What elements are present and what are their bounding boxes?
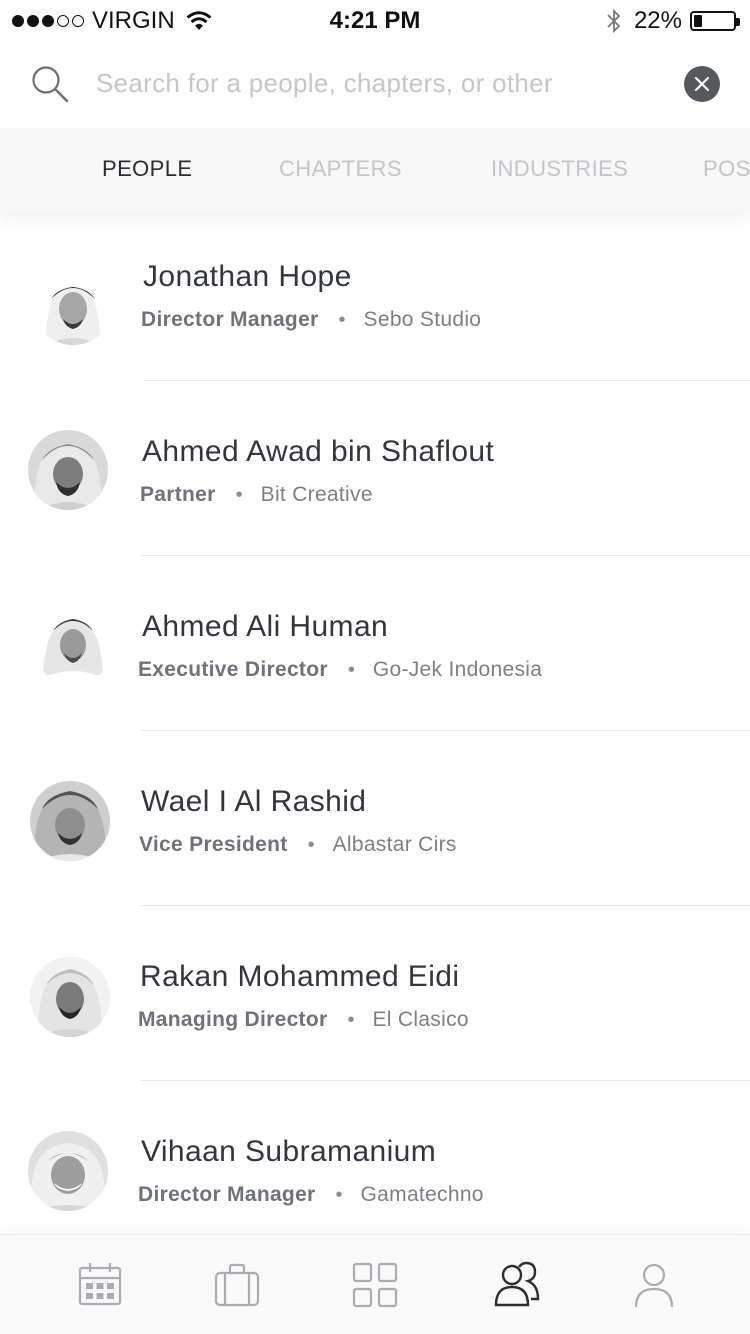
person-company: Sebo Studio xyxy=(363,308,482,331)
person-meta: Partner • Bit Creative xyxy=(140,483,373,507)
tab-people[interactable]: PEOPLE xyxy=(102,156,192,182)
person-role: Executive Director xyxy=(138,658,328,681)
person-meta: Executive Director • Go-Jek Indonesia xyxy=(138,658,542,682)
separator: • xyxy=(335,1183,343,1206)
nav-briefcase[interactable] xyxy=(213,1261,261,1309)
avatar xyxy=(30,957,110,1037)
tab-pos[interactable]: POS xyxy=(703,156,750,182)
person-name: Ahmed Awad bin Shaflout xyxy=(142,435,495,468)
search-bar xyxy=(0,40,750,128)
person-company: Bit Creative xyxy=(260,483,373,506)
tab-industries[interactable]: INDUSTRIES xyxy=(491,156,628,182)
person-role: Director Manager xyxy=(141,308,319,331)
close-icon xyxy=(694,76,710,92)
person-company: Albastar Cirs xyxy=(332,833,457,856)
person-role: Partner xyxy=(140,483,216,506)
divider xyxy=(141,555,750,556)
grid-icon xyxy=(352,1262,398,1308)
nav-people[interactable] xyxy=(492,1261,540,1309)
people-icon xyxy=(494,1261,540,1307)
separator: • xyxy=(347,1008,355,1031)
people-list: Jonathan Hope Director Manager • Sebo St… xyxy=(0,212,750,1234)
divider xyxy=(143,380,750,381)
calendar-icon xyxy=(78,1263,122,1306)
avatar xyxy=(28,430,108,510)
separator: • xyxy=(307,833,315,856)
category-tabs: PEOPLE CHAPTERS INDUSTRIES POS xyxy=(0,128,750,212)
list-item[interactable]: Vihaan Subramanium Director Manager • Ga… xyxy=(0,1087,750,1234)
nav-calendar[interactable] xyxy=(76,1261,124,1309)
battery-percent: 22% xyxy=(633,7,682,34)
divider xyxy=(141,1080,750,1081)
battery-icon xyxy=(690,11,740,31)
nav-grid[interactable] xyxy=(351,1261,399,1309)
search-input[interactable] xyxy=(96,60,666,106)
search-icon xyxy=(32,66,69,103)
person-name: Ahmed Ali Human xyxy=(142,610,389,643)
tab-chapters[interactable]: CHAPTERS xyxy=(279,156,402,182)
list-item[interactable]: Wael I Al Rashid Vice President • Albast… xyxy=(0,737,750,912)
separator: • xyxy=(347,658,355,681)
avatar xyxy=(30,781,110,861)
person-role: Vice President xyxy=(139,833,288,856)
profile-icon xyxy=(634,1263,674,1308)
bluetooth-icon xyxy=(607,8,621,34)
bottom-tab-bar xyxy=(0,1234,750,1334)
person-meta: Director Manager • Gamatechno xyxy=(138,1183,484,1207)
list-item[interactable]: Ahmed Ali Human Executive Director • Go-… xyxy=(0,562,750,737)
battery-status: 22% xyxy=(606,7,740,35)
person-company: Gamatechno xyxy=(360,1183,484,1206)
person-meta: Vice President • Albastar Cirs xyxy=(139,833,457,857)
list-item[interactable]: Rakan Mohammed Eidi Managing Director • … xyxy=(0,912,750,1087)
person-name: Vihaan Subramanium xyxy=(141,1135,437,1168)
person-meta: Director Manager • Sebo Studio xyxy=(141,308,481,332)
person-role: Director Manager xyxy=(138,1183,316,1206)
person-company: El Clasico xyxy=(372,1008,469,1031)
clear-search-button[interactable] xyxy=(684,66,720,102)
divider xyxy=(141,730,750,731)
person-company: Go-Jek Indonesia xyxy=(372,658,543,681)
separator: • xyxy=(235,483,243,506)
divider xyxy=(141,905,750,906)
list-item[interactable]: Ahmed Awad bin Shaflout Partner • Bit Cr… xyxy=(0,387,750,562)
person-name: Wael I Al Rashid xyxy=(141,785,367,818)
avatar xyxy=(33,605,113,685)
person-name: Rakan Mohammed Eidi xyxy=(140,960,460,993)
status-bar: VIRGIN 4:21 PM 22% xyxy=(0,0,750,40)
briefcase-icon xyxy=(214,1263,260,1307)
separator: • xyxy=(338,308,346,331)
nav-profile[interactable] xyxy=(630,1261,678,1309)
avatar xyxy=(28,1131,108,1211)
person-name: Jonathan Hope xyxy=(143,260,352,293)
person-role: Managing Director xyxy=(138,1008,328,1031)
avatar xyxy=(33,265,113,345)
person-meta: Managing Director • El Clasico xyxy=(138,1008,469,1032)
list-item[interactable]: Jonathan Hope Director Manager • Sebo St… xyxy=(0,212,750,387)
